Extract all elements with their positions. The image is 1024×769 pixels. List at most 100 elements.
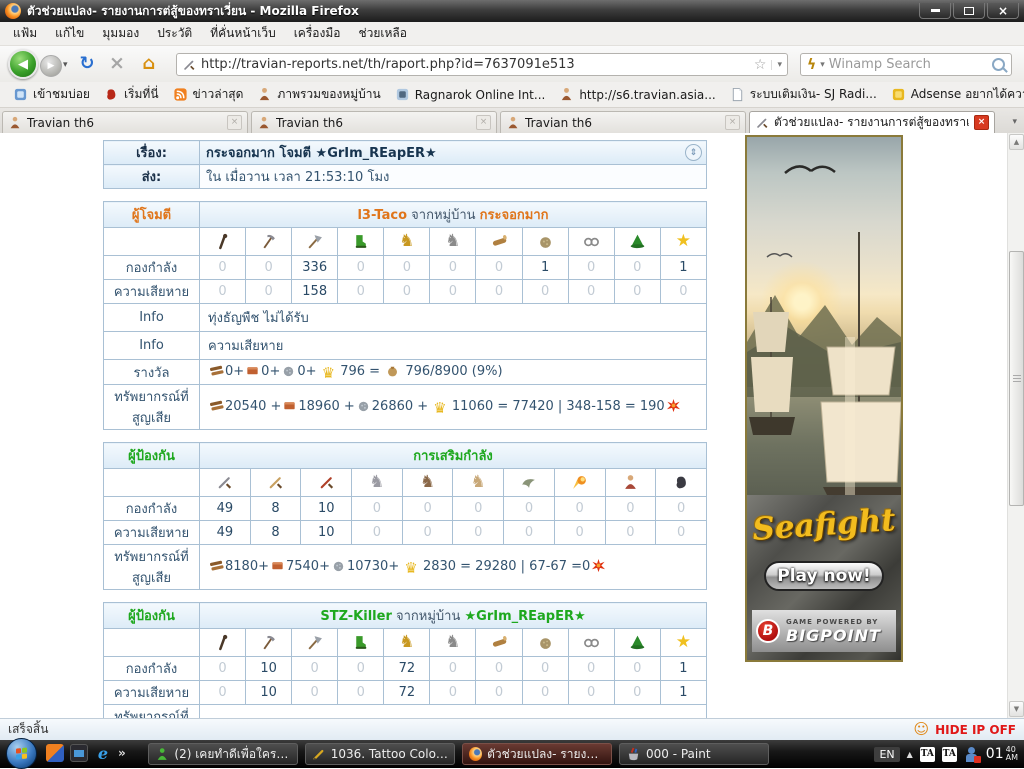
- close-button[interactable]: ×: [987, 3, 1019, 19]
- vertical-scrollbar[interactable]: ▲ ▼: [1007, 133, 1024, 718]
- tray-expand-icon[interactable]: ▲: [907, 750, 913, 759]
- taskbar-button-label: 1036. Tattoo Colour...: [330, 747, 448, 761]
- bookmark-item[interactable]: Adsense อยากได้ควา...: [884, 83, 1024, 106]
- tray-ta-icon[interactable]: TA: [941, 746, 957, 762]
- unit-icon-cell: [300, 468, 353, 497]
- reload-button[interactable]: ↻: [74, 50, 100, 76]
- casualties-value: 0: [521, 680, 569, 705]
- quick-launch-desktop-icon[interactable]: [70, 744, 88, 762]
- unit-icon-cell: [503, 468, 555, 497]
- casualties-value: 10: [300, 520, 353, 545]
- troops-value: 0: [198, 255, 247, 280]
- search-magnifier-icon[interactable]: [992, 58, 1005, 71]
- casualties-value: 0: [567, 680, 615, 705]
- menu-item[interactable]: มุมมอง: [93, 21, 148, 46]
- bookmark-label: ข่าวล่าสุด: [192, 87, 244, 101]
- tray-ta-icon[interactable]: TA: [919, 746, 935, 762]
- scrollbar-thumb[interactable]: [1009, 251, 1024, 506]
- home-button[interactable]: ⌂: [136, 50, 162, 76]
- minimize-button[interactable]: [919, 3, 951, 19]
- most-visited-icon: [14, 88, 27, 101]
- bookmark-item[interactable]: ภาพรวมของหมู่บ้าน: [250, 83, 387, 106]
- casualties-value: 0: [521, 279, 569, 304]
- scroll-up-button[interactable]: ▲: [1009, 134, 1024, 150]
- troops-value: 0: [521, 656, 569, 681]
- taskbar-button[interactable]: ตัวช่วยแปลง- รายงาน...: [462, 743, 612, 765]
- travian-avatar-icon: [508, 116, 518, 128]
- unit-icon-cell: [245, 628, 293, 657]
- play-now-button[interactable]: Play now!: [764, 561, 884, 591]
- taskbar-button[interactable]: 000 - Paint: [619, 743, 769, 765]
- tab[interactable]: ตัวช่วยแปลง- รายงานการต่สู้ของทราเ... ×: [749, 111, 995, 133]
- url-dropdown-icon[interactable]: ▾: [771, 59, 782, 70]
- scroll-down-button[interactable]: ▼: [1009, 701, 1024, 717]
- tab-label: Travian th6: [27, 115, 95, 130]
- bookmark-item[interactable]: http://s6.travian.asia...: [552, 85, 722, 104]
- url-bar[interactable]: http://travian-reports.net/th/raport.php…: [176, 53, 788, 76]
- menu-item[interactable]: ที่คั่นหน้าเว็บ: [201, 21, 284, 46]
- menu-item[interactable]: ช่วยเหลือ: [349, 21, 416, 46]
- tab[interactable]: Travian th6 ×: [500, 111, 746, 133]
- tab-close-icon[interactable]: ×: [476, 115, 491, 130]
- forward-button[interactable]: ▶: [40, 55, 62, 77]
- extra-row-label: ทรัพยากรณ์ที่สูญเสีย: [103, 544, 200, 590]
- extra-row-value: 8180+ 7540+ 10730+ ♛ 2830 = 29280 | 67-67 …: [199, 544, 707, 590]
- tab[interactable]: Travian th6 ×: [2, 111, 248, 133]
- stop-button[interactable]: ×: [104, 50, 130, 76]
- restore-button[interactable]: [953, 3, 985, 19]
- troops-value: 0: [567, 255, 615, 280]
- bookmark-label: ระบบเติมเงิน- SJ Radi...: [749, 87, 877, 101]
- taskbar-button[interactable]: 1036. Tattoo Colour...: [305, 743, 455, 765]
- clay-icon: [284, 402, 296, 410]
- unit-row-label: [103, 468, 200, 497]
- menu-item[interactable]: แฟ้ม: [4, 21, 46, 46]
- bookmark-star-icon[interactable]: ☆: [754, 57, 767, 73]
- search-bar[interactable]: ϟ ▾ Winamp Search: [800, 53, 1012, 76]
- window-title: ตัวช่วยแปลง- รายงานการต่สู้ของทราเวี่ยน …: [27, 3, 359, 18]
- quick-launch-app-icon[interactable]: [46, 744, 64, 762]
- winamp-search-icon[interactable]: ϟ: [807, 57, 816, 73]
- extra-row-value: 20540 +18960 +26860 + ♛ 11060 = 77420 | …: [199, 384, 707, 430]
- menu-item[interactable]: แก้ไข: [46, 21, 93, 46]
- hide-ip-status[interactable]: HIDE IP OFF: [935, 723, 1016, 737]
- search-placeholder[interactable]: Winamp Search: [829, 57, 988, 72]
- messenger-tray-icon[interactable]: [964, 746, 981, 763]
- smiley-icon[interactable]: ☺: [913, 722, 929, 737]
- bookmark-item[interactable]: เข้าชมบ่อย: [6, 83, 97, 106]
- tab-close-icon[interactable]: ×: [227, 115, 242, 130]
- internet-explorer-icon[interactable]: e: [94, 744, 112, 763]
- battle-title: STZ-Killer จากหมู่บ้าน ★GrIm_REapER★: [199, 602, 707, 629]
- bag-icon: [388, 366, 398, 377]
- back-button[interactable]: ◀: [8, 49, 38, 79]
- taskbar-button[interactable]: (2) เคยทำดีเพื่อใครชั...: [148, 743, 298, 765]
- search-engine-dropdown-icon[interactable]: ▾: [820, 60, 825, 70]
- menu-item[interactable]: ประวัติ: [148, 21, 201, 46]
- tab-list-dropdown-icon[interactable]: ▾: [1012, 117, 1022, 133]
- start-button[interactable]: [6, 738, 37, 769]
- history-dropdown-icon[interactable]: ▾: [63, 60, 68, 70]
- bookmark-item[interactable]: ข่าวล่าสุด: [166, 83, 251, 106]
- unit-icon-cell: [245, 227, 293, 256]
- unit-icon-cell: [337, 628, 385, 657]
- troops-value: 0: [245, 255, 293, 280]
- tab-close-icon[interactable]: ×: [974, 115, 989, 130]
- bookmark-item[interactable]: Ragnarok Online Int...: [388, 85, 553, 104]
- extra-row-label: รางวัล: [103, 359, 200, 385]
- bookmark-item[interactable]: ระบบเติมเงิน- SJ Radi...: [723, 83, 884, 106]
- tab[interactable]: Travian th6 ×: [251, 111, 497, 133]
- quick-launch-overflow[interactable]: »: [118, 746, 126, 760]
- url-text[interactable]: http://travian-reports.net/th/raport.php…: [201, 57, 749, 72]
- crop-icon: ♛: [433, 399, 447, 417]
- bookmark-item[interactable]: เริ่มที่นี่: [97, 83, 166, 106]
- taskbar-clock[interactable]: 01 40 AM: [986, 746, 1018, 763]
- wood-icon: [209, 365, 224, 376]
- troops-value: 0: [337, 656, 385, 681]
- unit-icon-cell: [475, 227, 523, 256]
- report-toggle-icon[interactable]: ⇕: [685, 144, 702, 161]
- sword-favicon: [184, 60, 195, 70]
- menu-item[interactable]: เครื่องมือ: [285, 21, 350, 46]
- language-indicator[interactable]: EN: [874, 746, 900, 762]
- troops-value: 0: [567, 656, 615, 681]
- seafight-ad-banner[interactable]: Seafight Play now! B GAME POWERED BY BIG…: [745, 135, 903, 662]
- tab-close-icon[interactable]: ×: [725, 115, 740, 130]
